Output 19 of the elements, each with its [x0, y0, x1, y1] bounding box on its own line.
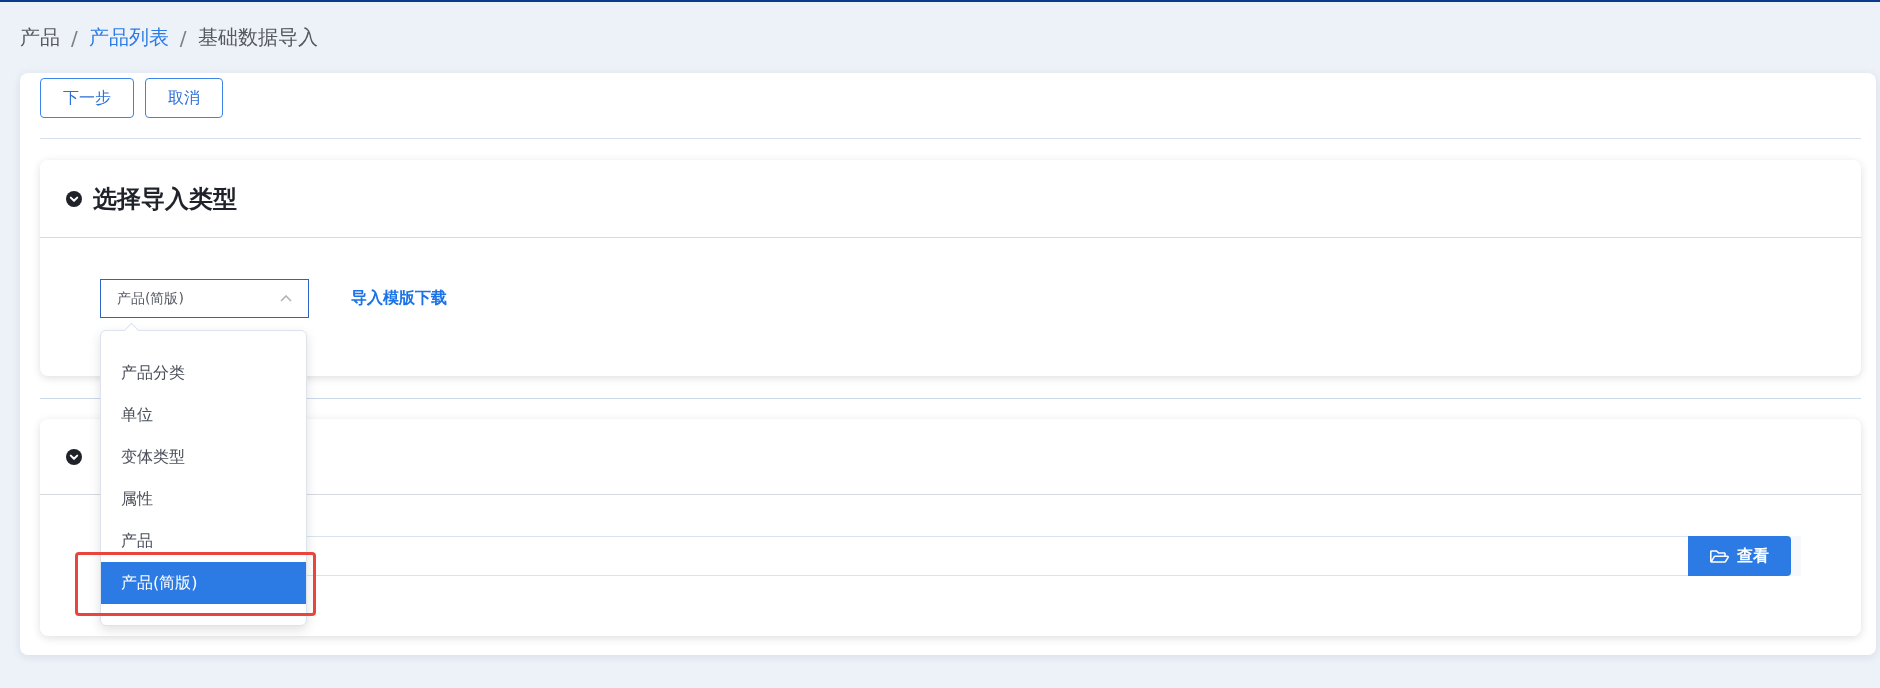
breadcrumb-item: 产品 [20, 24, 60, 51]
section-title: 选择导入类型 [93, 183, 237, 215]
chevron-circle-icon[interactable] [66, 448, 82, 465]
template-download-link[interactable]: 导入模版下载 [351, 288, 447, 309]
dropdown-option[interactable]: 产品 [101, 520, 306, 562]
dropdown-option[interactable]: 产品分类 [101, 352, 306, 394]
type-select[interactable]: 产品(简版) [100, 279, 309, 318]
dropdown-option[interactable]: 产品(简版) [101, 562, 306, 604]
browse-button[interactable]: 查看 [1688, 536, 1791, 576]
breadcrumb-link[interactable]: 产品列表 [88, 24, 169, 51]
dropdown-option[interactable]: 单位 [101, 394, 306, 436]
breadcrumb-separator: / [179, 25, 187, 50]
breadcrumb-separator: / [71, 25, 78, 50]
chevron-circle-icon[interactable] [66, 190, 82, 207]
breadcrumb-item: 基础数据导入 [197, 24, 318, 51]
dropdown-option[interactable]: 变体类型 [101, 436, 306, 478]
dropdown-option[interactable]: 属性 [101, 478, 306, 520]
toolbar-button[interactable]: 下一步 [40, 78, 134, 118]
toolbar-button[interactable]: 取消 [145, 78, 223, 118]
